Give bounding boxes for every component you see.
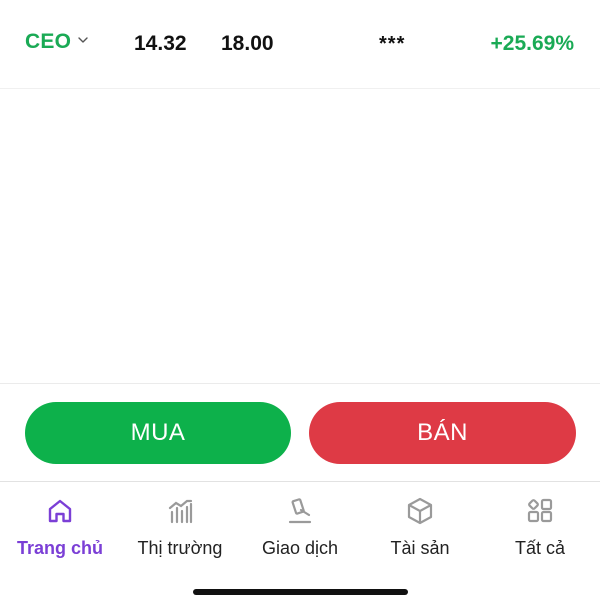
current-price: 18.00 <box>221 32 274 55</box>
bottom-navigation: Trang chủ Thị trường Giao dịch Tài sản T… <box>0 482 600 600</box>
masked-value: *** <box>379 33 406 55</box>
nav-item-assets[interactable]: Tài sản <box>360 496 480 566</box>
home-indicator[interactable] <box>193 589 408 595</box>
ticker-selector[interactable]: CEO <box>25 30 89 54</box>
cube-icon <box>407 497 433 525</box>
nav-item-home[interactable]: Trang chủ <box>0 496 120 566</box>
nav-item-market[interactable]: Thị trường <box>120 496 240 566</box>
grid-icon <box>527 498 553 523</box>
quote-header: CEO 14.32 18.00 *** +25.69% <box>0 0 600 89</box>
nav-label-trade: Giao dịch <box>261 538 339 558</box>
screen: CEO 14.32 18.00 *** +25.69% MUA BÁN Tran… <box>0 0 600 600</box>
nav-label-assets: Tài sản <box>390 538 450 558</box>
buy-button[interactable]: MUA <box>25 402 291 464</box>
home-icon <box>48 499 72 523</box>
content-area <box>0 90 600 383</box>
nav-item-all[interactable]: Tất cả <box>480 496 600 566</box>
gavel-icon <box>288 498 312 524</box>
nav-label-market: Thị trường <box>137 538 223 558</box>
ticker-symbol: CEO <box>25 30 72 53</box>
sell-button-label: BÁN <box>417 419 468 446</box>
chevron-down-icon <box>78 37 88 43</box>
price-change-percent: +25.69% <box>490 32 575 55</box>
nav-item-trade[interactable]: Giao dịch <box>240 496 360 566</box>
nav-label-all: Tất cả <box>514 538 566 558</box>
reference-price: 14.32 <box>134 32 187 55</box>
market-chart-icon <box>168 499 193 524</box>
nav-label-home: Trang chủ <box>16 538 103 558</box>
sell-button[interactable]: BÁN <box>309 402 576 464</box>
divider <box>0 383 600 384</box>
buy-button-label: MUA <box>130 419 186 446</box>
